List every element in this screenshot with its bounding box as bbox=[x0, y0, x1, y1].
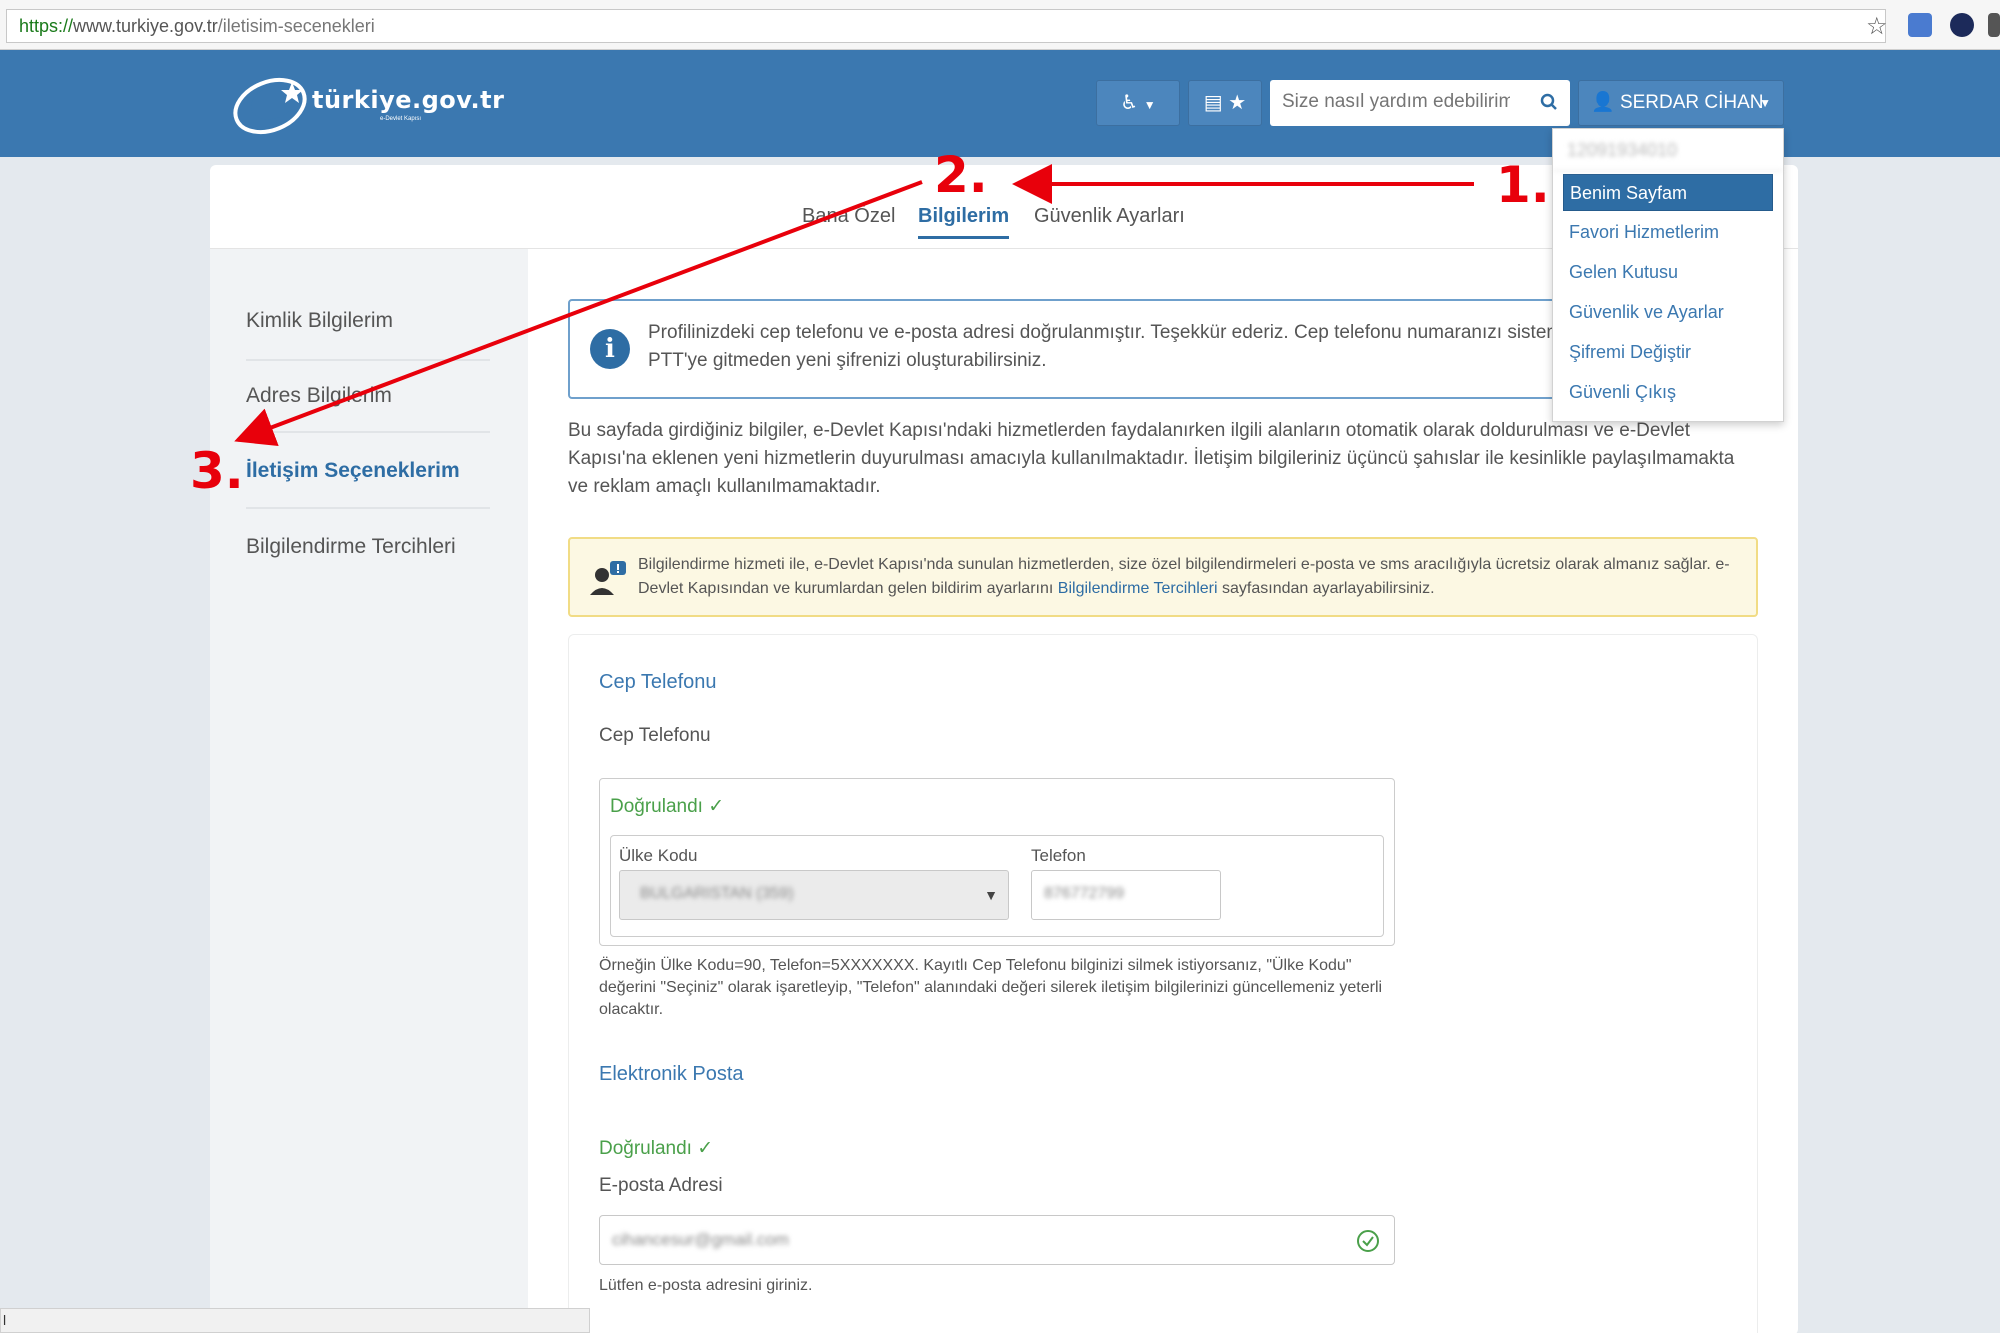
menu-item-my-page[interactable]: Benim Sayfam bbox=[1563, 174, 1773, 211]
check-circle-icon bbox=[1357, 1230, 1379, 1252]
browser-toolbar: https://www.turkiye.gov.tr/iletisim-sece… bbox=[0, 0, 2000, 50]
notice-text: Bilgilendirme hizmeti ile, e-Devlet Kapı… bbox=[638, 553, 1738, 601]
mobile-help-text: Örneğin Ülke Kodu=90, Telefon=5XXXXXXX. … bbox=[599, 957, 1383, 1018]
logo-text: türkiye.gov.tr bbox=[312, 86, 505, 114]
divider bbox=[246, 359, 490, 361]
user-dropdown-menu: 12091934010 Benim Sayfam Favori Hizmetle… bbox=[1552, 128, 1784, 422]
site-logo[interactable]: türkiye.gov.tr e-Devlet Kapısı bbox=[230, 72, 504, 136]
email-input[interactable]: cihancesur@gmail.com bbox=[599, 1215, 1395, 1265]
country-code-select[interactable]: BULGARISTAN (359) ▼ bbox=[619, 870, 1009, 920]
search-icon[interactable] bbox=[1540, 93, 1558, 111]
annotation-label-2: 2. bbox=[934, 146, 988, 204]
sidebar-item-contact[interactable]: İletişim Seçeneklerim bbox=[246, 459, 490, 483]
sidebar-item-address[interactable]: Adres Bilgilerim bbox=[246, 384, 490, 408]
user-name: SERDAR CİHAN bbox=[1619, 92, 1764, 113]
notification-preferences-link[interactable]: Bilgilendirme Tercihleri bbox=[1058, 580, 1218, 597]
chevron-down-icon: ▼ bbox=[1759, 96, 1771, 110]
divider bbox=[246, 431, 490, 433]
user-menu-button[interactable]: 👤 SERDAR CİHAN ▼ bbox=[1578, 80, 1784, 126]
user-icon: 👤 bbox=[1591, 92, 1615, 113]
country-code-value: BULGARISTAN (359) bbox=[640, 885, 794, 902]
url-path: /iletisim-secenekleri bbox=[217, 16, 375, 36]
sidebar: Kimlik Bilgilerim Adres Bilgilerim İleti… bbox=[210, 249, 528, 1333]
search-input[interactable] bbox=[1270, 80, 1510, 124]
phone-number-input[interactable]: 876772799 bbox=[1031, 870, 1221, 920]
email-verified-status: Doğrulandı ✓ bbox=[599, 1138, 714, 1159]
section-title-email: Elektronik Posta bbox=[599, 1063, 744, 1085]
extension-icon[interactable] bbox=[1988, 13, 2000, 37]
user-notification-icon bbox=[590, 561, 626, 595]
url-scheme: https:// bbox=[19, 16, 74, 36]
section-title-mobile: Cep Telefonu bbox=[599, 671, 717, 693]
notice-text-after: sayfasından ayarlayabilirsiniz. bbox=[1222, 580, 1435, 597]
annotation-label-3: 3. bbox=[190, 442, 244, 500]
contact-form-panel: Cep Telefonu Cep Telefonu Doğrulandı ✓ Ü… bbox=[568, 634, 1758, 1333]
email-label: E-posta Adresi bbox=[599, 1175, 723, 1196]
search-box bbox=[1270, 80, 1570, 126]
menu-item-change-password[interactable]: Şifremi Değiştir bbox=[1563, 334, 1773, 371]
tab-private[interactable]: Bana Özel bbox=[802, 205, 895, 228]
annotation-label-1: 1. bbox=[1496, 156, 1550, 214]
tab-my-info[interactable]: Bilgilerim bbox=[918, 205, 1010, 239]
email-help-text: Lütfen e-posta adresini giriniz. bbox=[599, 1277, 813, 1294]
menu-item-inbox[interactable]: Gelen Kutusu bbox=[1563, 254, 1773, 291]
divider bbox=[246, 507, 490, 509]
extension-icon[interactable] bbox=[1908, 13, 1932, 37]
address-bar[interactable]: https://www.turkiye.gov.tr/iletisim-sece… bbox=[6, 9, 1886, 43]
sidebar-item-identity[interactable]: Kimlik Bilgilerim bbox=[246, 309, 490, 333]
chevron-down-icon: ▼ bbox=[1143, 98, 1156, 112]
menu-item-favorites[interactable]: Favori Hizmetlerim bbox=[1563, 214, 1773, 251]
user-id-number: 12091934010 bbox=[1553, 129, 1783, 171]
accessibility-button[interactable]: ♿ ▼ bbox=[1096, 80, 1180, 126]
id-card-icon: ▤ bbox=[1203, 92, 1223, 114]
info-icon: i bbox=[590, 329, 630, 369]
mobile-verified-status: Doğrulandı ✓ bbox=[610, 796, 725, 817]
mobile-inputs: Ülke Kodu Telefon BULGARISTAN (359) ▼ 87… bbox=[610, 835, 1384, 937]
phone-label: Telefon bbox=[1031, 846, 1086, 865]
notification-notice: Bilgilendirme hizmeti ile, e-Devlet Kapı… bbox=[568, 537, 1758, 617]
accessibility-icon: ♿ bbox=[1120, 92, 1139, 114]
mobile-field-group: Doğrulandı ✓ Ülke Kodu Telefon BULGARIST… bbox=[599, 778, 1395, 946]
logo-subtext: e-Devlet Kapısı bbox=[380, 116, 422, 122]
page-description: Bu sayfada girdiğiniz bilgiler, e-Devlet… bbox=[568, 420, 1735, 497]
extension-icon[interactable] bbox=[1950, 13, 1974, 37]
menu-item-logout[interactable]: Güvenli Çıkış bbox=[1563, 374, 1773, 411]
dropdown-arrow-icon: ▼ bbox=[984, 887, 998, 903]
star-icon: ★ bbox=[1228, 92, 1247, 114]
phone-number-value: 876772799 bbox=[1044, 885, 1125, 902]
country-code-label: Ülke Kodu bbox=[619, 846, 698, 865]
email-value: cihancesur@gmail.com bbox=[612, 1230, 789, 1249]
menu-item-security-settings[interactable]: Güvenlik ve Ayarlar bbox=[1563, 294, 1773, 331]
url-domain: www.turkiye.gov.tr bbox=[73, 16, 218, 36]
mobile-label: Cep Telefonu bbox=[599, 725, 711, 746]
browser-status-bar: l bbox=[0, 1308, 590, 1333]
sidebar-item-notifications[interactable]: Bilgilendirme Tercihleri bbox=[246, 535, 490, 559]
bookmark-star-icon[interactable]: ☆ bbox=[1866, 12, 1888, 41]
crescent-star-icon bbox=[233, 77, 307, 135]
favorites-button[interactable]: ▤ ★ bbox=[1188, 80, 1262, 126]
tab-security-settings[interactable]: Güvenlik Ayarları bbox=[1034, 205, 1185, 228]
